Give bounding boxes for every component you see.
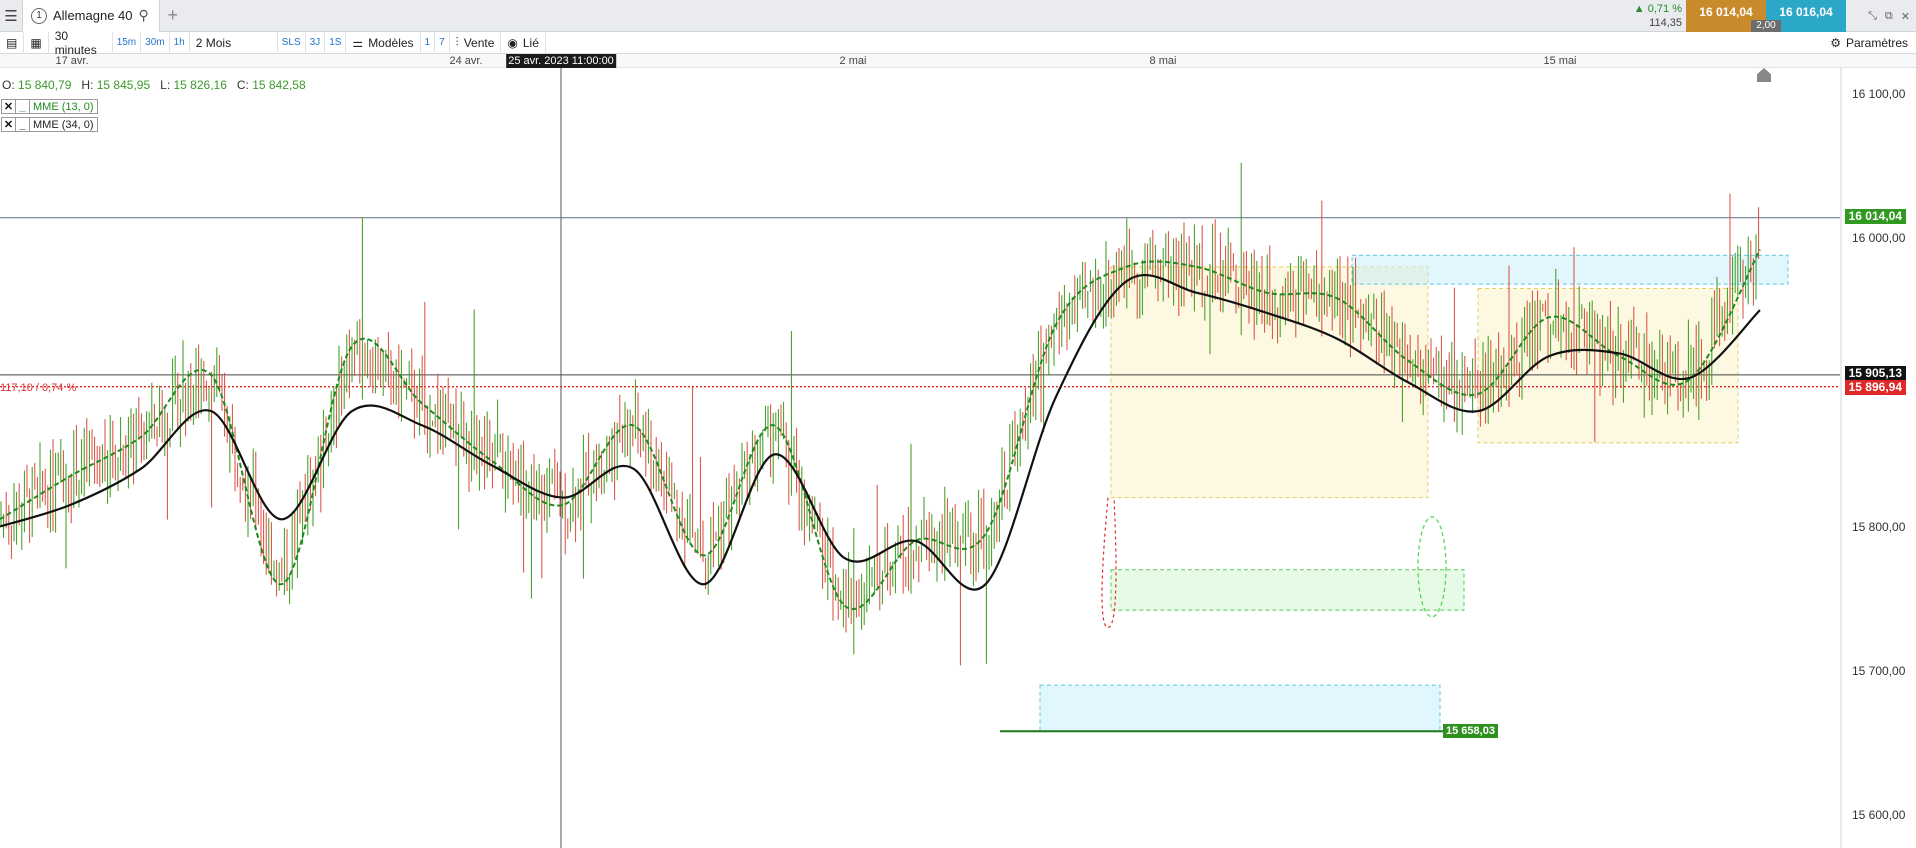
indicator-name: MME (13, 0) [33, 100, 94, 113]
price-tick: 16 100,00 [1852, 87, 1906, 101]
indicator-legend-ema13[interactable]: ✕ _ MME (13, 0) [1, 99, 98, 114]
cursor-price-tag: 15 905,13 [1844, 366, 1906, 381]
open-number: 15 840,79 [18, 78, 72, 92]
zone-cyan-top [1351, 254, 1789, 285]
low-value: L: 15 826,16 [160, 78, 227, 92]
model-1[interactable]: 1 [421, 31, 436, 54]
change-percent: ▲ 0,71 % [1633, 3, 1682, 15]
tab-title: Allemagne 40 [53, 8, 133, 23]
low-level-label: 15 658,03 [1443, 724, 1498, 738]
high-value: H: 15 845,95 [81, 78, 150, 92]
tab-allemagne-40[interactable]: 1 Allemagne 40 ⚲ [22, 0, 160, 32]
date-label: 8 mai [1149, 55, 1177, 67]
close-icon[interactable]: ✕ [1901, 10, 1910, 23]
collapse-icon[interactable]: ⤡ [1868, 10, 1877, 23]
date-label: 24 avr. [449, 55, 483, 67]
candles-icon: ⫶ [455, 35, 459, 49]
layout-icon[interactable]: ▦ [24, 31, 49, 54]
linked-label: Lié [522, 35, 539, 50]
grid-layer [0, 68, 1842, 848]
change-points: 114,35 [1649, 17, 1682, 29]
trading-window: ☰ 1 Allemagne 40 ⚲ + ▲ 0,71 % 114,35 16 … [0, 0, 1916, 848]
close-number: 15 842,58 [252, 78, 306, 92]
sell-mode-button[interactable]: ⫶ Vente [450, 31, 502, 54]
line-style-icon[interactable]: _ [16, 118, 30, 131]
gear-icon: ⚙ [1830, 36, 1841, 50]
open-value: O: 15 840,79 [2, 78, 71, 92]
high-number: 15 845,95 [96, 78, 151, 92]
low-label: L: [160, 78, 171, 92]
indicator-name: MME (34, 0) [33, 118, 94, 131]
current-price-tag: 16 014,04 [1844, 209, 1906, 224]
linked-button[interactable]: ◉ Lié [501, 31, 546, 54]
period-sls[interactable]: SLS [278, 31, 306, 54]
price-tick: 15 600,00 [1852, 808, 1906, 822]
alert-line-label: 117,10 / 0,74 % [0, 382, 77, 394]
indicator-legend-ema34[interactable]: ✕ _ MME (34, 0) [1, 117, 98, 132]
date-label: 17 avr. [55, 55, 89, 67]
close-indicator-icon[interactable]: ✕ [2, 100, 16, 113]
date-cursor-label: 25 avr. 2023 11:00:00 [506, 54, 616, 68]
price-tick: 15 700,00 [1852, 664, 1906, 678]
models-icon: ⚌ [352, 35, 364, 50]
ohlc-readout: O: 15 840,79 H: 15 845,95 L: 15 826,16 C… [2, 78, 306, 92]
popout-icon[interactable]: ⧉ [1885, 10, 1893, 23]
tf-15m[interactable]: 15m [113, 31, 142, 54]
date-label: 15 mai [1543, 55, 1577, 67]
settings-label: Paramètres [1845, 36, 1908, 50]
zone-cyan-bottom [1039, 684, 1441, 732]
eye-icon: ◉ [507, 35, 518, 50]
close-value: C: 15 842,58 [237, 78, 306, 92]
price-chart[interactable] [0, 68, 1916, 848]
price-tick: 15 800,00 [1852, 520, 1906, 534]
sell-mode-label: Vente [463, 35, 495, 50]
high-label: H: [81, 78, 94, 92]
alert-price-tag: 15 896,94 [1844, 380, 1906, 395]
tf-30m[interactable]: 30m [141, 31, 170, 54]
period-1s[interactable]: 1S [325, 31, 347, 54]
tf-1h[interactable]: 1h [170, 31, 190, 54]
chart-list-icon[interactable]: ▤ [0, 31, 25, 54]
search-icon[interactable]: ⚲ [139, 7, 149, 24]
quote-change: ▲ 0,71 % 114,35 [1624, 2, 1682, 30]
line-style-icon[interactable]: _ [16, 100, 30, 113]
timeframe-select[interactable]: 30 minutes [49, 29, 113, 57]
model-7[interactable]: 7 [435, 31, 450, 54]
close-label: C: [236, 78, 249, 92]
spread-badge: 2,00 [1751, 20, 1781, 32]
period-select[interactable]: 2 Mois [190, 31, 278, 54]
window-controls: ⤡ ⧉ ✕ [1868, 0, 1910, 32]
tab-number: 1 [31, 7, 47, 24]
close-indicator-icon[interactable]: ✕ [2, 118, 16, 131]
models-label: Modèles [368, 35, 414, 50]
models-button[interactable]: ⚌ Modèles [346, 31, 421, 54]
tab-bar: ☰ 1 Allemagne 40 ⚲ + ▲ 0,71 % 114,35 16 … [0, 0, 1916, 32]
price-tick: 16 000,00 [1852, 231, 1906, 245]
period-3j[interactable]: 3J [306, 31, 326, 54]
low-number: 15 826,16 [173, 78, 227, 92]
open-label: O: [2, 78, 15, 92]
chart-toolbar: ▤ ▦ 30 minutes 15m 30m 1h 2 Mois SLS 3J … [0, 29, 1916, 57]
date-label: 2 mai [839, 55, 867, 67]
menu-icon[interactable]: ☰ [0, 0, 22, 32]
settings-button[interactable]: ⚙ Paramètres [1830, 32, 1908, 54]
zones-layer [1039, 254, 1789, 732]
add-tab-icon[interactable]: + [160, 5, 186, 26]
zone-green [1110, 569, 1465, 611]
date-axis: 17 avr. 24 avr. 2 mai 8 mai 15 mai 25 av… [0, 54, 1916, 68]
